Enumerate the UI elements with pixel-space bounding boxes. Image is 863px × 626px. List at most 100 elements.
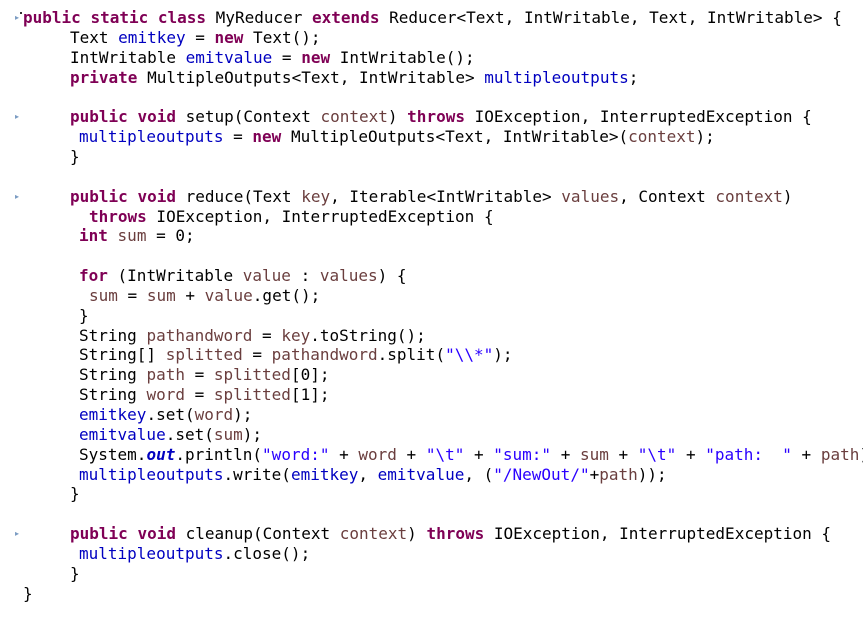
- fold-marker-icon[interactable]: ▸: [15, 113, 21, 121]
- code-token: throws: [407, 107, 465, 127]
- code-line[interactable]: String path = splitted[0];: [79, 365, 329, 385]
- code-token: =: [184, 385, 214, 405]
- code-line[interactable]: public void reduce(Text key, Iterable<In…: [70, 187, 793, 207]
- code-line[interactable]: Text emitkey = new Text();: [70, 28, 320, 48]
- code-line[interactable]: }: [70, 484, 80, 504]
- code-token: String[]: [79, 345, 166, 365]
- code-line[interactable]: for (IntWritable value : values) {: [79, 266, 407, 286]
- code-line[interactable]: sum = sum + value.get();: [89, 286, 320, 306]
- code-token: emitvalue: [79, 424, 166, 444]
- code-line[interactable]: }: [79, 306, 89, 326]
- code-token: multipleoutputs: [484, 67, 629, 87]
- code-token: new: [214, 27, 244, 47]
- code-token: context: [339, 524, 408, 544]
- code-token: [0];: [290, 365, 330, 385]
- code-token: }: [70, 146, 80, 166]
- code-token: MultipleOutputs<Text, IntWritable>: [137, 67, 485, 87]
- code-token: reduce(Text: [175, 186, 302, 206]
- code-token: System.: [79, 444, 147, 464]
- code-token: , Context: [619, 186, 716, 206]
- fold-marker-icon[interactable]: ▸: [15, 192, 21, 201]
- code-token: sum: [117, 226, 147, 246]
- code-token: "\t": [637, 444, 677, 464]
- code-line[interactable]: multipleoutputs.write(emitkey, emitvalue…: [79, 465, 667, 485]
- code-token: =: [184, 365, 214, 385]
- code-token: multipleoutputs: [79, 543, 224, 563]
- code-token: value: [242, 266, 291, 286]
- code-line[interactable]: emitkey.set(word);: [79, 405, 252, 425]
- code-token: setup(Context: [175, 107, 321, 127]
- code-line[interactable]: throws IOException, InterruptedException…: [89, 207, 494, 227]
- code-token: path: [599, 464, 638, 484]
- code-token: }: [70, 484, 80, 504]
- fold-marker-icon[interactable]: ▸: [15, 530, 21, 538]
- code-line[interactable]: public static class MyReducer extends Re…: [23, 8, 842, 28]
- code-line[interactable]: emitvalue.set(sum);: [79, 425, 262, 445]
- code-token: new: [301, 47, 331, 67]
- code-token: context: [715, 186, 783, 206]
- code-token: +: [589, 464, 600, 484]
- code-token: int: [79, 226, 108, 246]
- code-token: emitvalue: [377, 464, 465, 484]
- code-token: context: [628, 127, 696, 147]
- code-token: new: [252, 127, 282, 147]
- code-token: String: [79, 385, 147, 405]
- code-token: values: [319, 266, 378, 286]
- code-token: word: [358, 444, 397, 464]
- code-line[interactable]: public void setup(Context context) throw…: [70, 107, 812, 127]
- code-token: splitted: [213, 385, 291, 405]
- code-token: sum: [146, 285, 176, 305]
- code-token: class: [157, 8, 207, 27]
- code-line[interactable]: multipleoutputs = new MultipleOutputs<Te…: [79, 127, 715, 147]
- cursor-mark: [20, 12, 22, 14]
- code-line[interactable]: String word = splitted[1];: [79, 385, 329, 405]
- code-token: pathandword: [146, 325, 253, 345]
- code-token: values: [561, 186, 620, 206]
- code-token: =: [272, 47, 302, 67]
- code-token: throws: [89, 206, 147, 226]
- code-token: }: [70, 563, 80, 583]
- code-token: sum: [89, 285, 118, 305]
- code-line[interactable]: System.out.println("word:" + word + "\t"…: [79, 445, 863, 465]
- code-token: ;: [628, 67, 639, 87]
- code-token: .close();: [223, 543, 311, 563]
- code-line[interactable]: String pathandword = key.toString();: [79, 326, 426, 346]
- code-line[interactable]: public void cleanup(Context context) thr…: [70, 524, 831, 544]
- code-line[interactable]: int sum = 0;: [79, 226, 195, 246]
- code-token: key: [281, 325, 311, 345]
- code-line[interactable]: }: [23, 584, 33, 604]
- code-token: extends: [312, 8, 380, 27]
- code-token: pathandword: [271, 345, 378, 365]
- code-line[interactable]: multipleoutputs.close();: [79, 544, 310, 564]
- code-token: , Iterable<IntWritable>: [330, 186, 562, 206]
- code-token: cleanup(Context: [175, 524, 340, 544]
- code-editor[interactable]: ▸ ▸ ▸ ▸ public static class MyReducer exten…: [0, 0, 863, 626]
- code-token: ,: [358, 464, 378, 484]
- code-token: ): [387, 107, 408, 127]
- code-line[interactable]: }: [70, 147, 80, 167]
- code-line[interactable]: private MultipleOutputs<Text, IntWritabl…: [70, 68, 638, 88]
- code-line[interactable]: IntWritable emitvalue = new IntWritable(…: [70, 48, 475, 68]
- code-token: emitkey: [290, 464, 359, 484]
- code-token: path: [146, 365, 185, 385]
- code-token: static: [90, 8, 149, 27]
- code-token: = 0;: [146, 226, 195, 246]
- code-token: "\\*": [445, 345, 494, 365]
- code-token: .split(: [377, 345, 446, 365]
- code-line[interactable]: }: [70, 564, 80, 584]
- code-token: Reducer<Text, IntWritable, Text, IntWrit…: [379, 8, 842, 27]
- code-token: +: [329, 444, 359, 464]
- fold-marker-icon[interactable]: ▸: [15, 14, 21, 22]
- code-token: public: [70, 186, 128, 206]
- code-token: sum: [579, 444, 609, 464]
- code-token: for: [79, 266, 108, 286]
- code-token: MultipleOutputs<Text, IntWritable>(: [281, 127, 629, 147]
- code-token: +: [791, 444, 821, 464]
- code-token: context: [320, 107, 388, 127]
- code-token: emitvalue: [185, 47, 273, 67]
- code-token: );: [233, 405, 253, 424]
- code-line[interactable]: String[] splitted = pathandword.split("\…: [79, 345, 513, 365]
